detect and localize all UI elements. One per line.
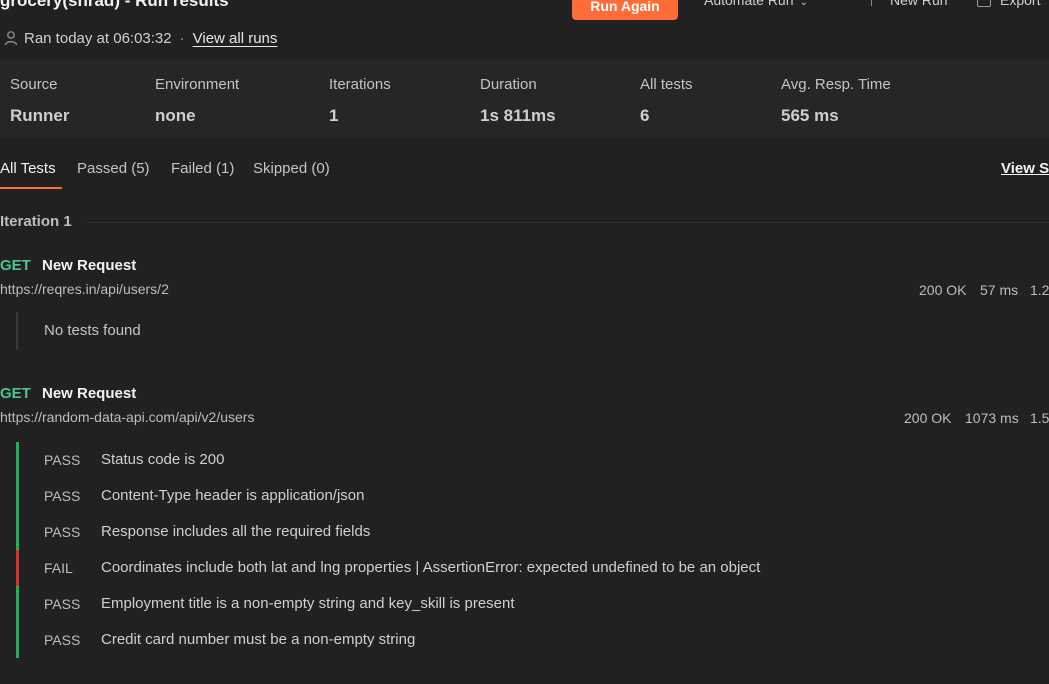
test-status: PASS bbox=[44, 452, 81, 468]
test-result-pass: PASS Content-Type header is application/… bbox=[16, 478, 1019, 514]
test-status: FAIL bbox=[44, 560, 73, 576]
test-status: PASS bbox=[44, 632, 81, 648]
view-summary-link[interactable]: View S bbox=[1001, 160, 1049, 177]
run-results-page: grocery(shrad) - Run results Run Again A… bbox=[0, 0, 1049, 684]
view-all-runs-link[interactable]: View all runs bbox=[193, 30, 278, 47]
no-tests-message: No tests found bbox=[44, 322, 141, 339]
test-status: PASS bbox=[44, 488, 81, 504]
test-status: PASS bbox=[44, 596, 81, 612]
tab-all-tests[interactable]: All Tests bbox=[0, 160, 56, 177]
test-result-pass: PASS Credit card number must be a non-em… bbox=[16, 622, 1019, 658]
test-result-pass: PASS Status code is 200 bbox=[16, 442, 1019, 478]
tab-skipped[interactable]: Skipped (0) bbox=[253, 160, 330, 177]
request-name[interactable]: New Request bbox=[42, 257, 136, 274]
test-name: Content-Type header is application/json bbox=[101, 487, 365, 504]
response-size: 1.5 bbox=[1030, 410, 1049, 426]
automate-run-label: Automate Run bbox=[704, 0, 794, 8]
response-time: 1073 ms bbox=[965, 410, 1019, 426]
stat-value: 1s 811ms bbox=[480, 106, 556, 125]
run-info: Ran today at 06:03:32 · View all runs bbox=[4, 29, 277, 47]
user-icon bbox=[4, 31, 18, 46]
header-divider bbox=[871, 0, 872, 6]
request-method: GET bbox=[0, 257, 31, 274]
stat-value: Runner bbox=[10, 106, 70, 125]
stat-value: none bbox=[155, 106, 196, 125]
stat-label: Environment bbox=[155, 76, 240, 93]
tab-passed[interactable]: Passed (5) bbox=[77, 160, 150, 177]
test-result-pass: PASS Response includes all the required … bbox=[16, 514, 1019, 550]
export-label: Export bbox=[1000, 0, 1041, 8]
active-tab-indicator bbox=[0, 187, 62, 189]
test-name: Status code is 200 bbox=[101, 451, 225, 468]
test-name: Credit card number must be a non-empty s… bbox=[101, 631, 416, 648]
run-summary-stats: Source Runner Environment none Iteration… bbox=[0, 60, 1049, 138]
automate-run-dropdown[interactable]: Automate Run ⌄ bbox=[704, 0, 808, 8]
chevron-down-icon: ⌄ bbox=[799, 0, 808, 8]
stat-label: Source bbox=[10, 76, 58, 93]
response-status: 200 OK bbox=[919, 282, 967, 298]
stat-label: All tests bbox=[640, 76, 693, 93]
response-time: 57 ms bbox=[980, 282, 1019, 298]
new-run-button[interactable]: New Run bbox=[890, 0, 948, 8]
test-name: Employment title is a non-empty string a… bbox=[101, 595, 515, 612]
separator-dot: · bbox=[179, 29, 185, 47]
test-status: PASS bbox=[44, 524, 81, 540]
stat-value: 565 ms bbox=[781, 106, 839, 125]
no-tests-block: No tests found bbox=[16, 312, 418, 350]
export-icon bbox=[977, 0, 991, 7]
tab-failed[interactable]: Failed (1) bbox=[171, 160, 234, 177]
test-name: Coordinates include both lat and lng pro… bbox=[101, 559, 761, 576]
stat-label: Iterations bbox=[329, 76, 391, 93]
stat-value: 6 bbox=[640, 106, 650, 125]
test-result-pass: PASS Employment title is a non-empty str… bbox=[16, 586, 1019, 622]
request-url: https://random-data-api.com/api/v2/users bbox=[0, 409, 255, 425]
request-name[interactable]: New Request bbox=[42, 385, 136, 402]
stat-label: Avg. Resp. Time bbox=[781, 76, 891, 93]
request-method: GET bbox=[0, 385, 31, 402]
ran-timestamp: Ran today at 06:03:32 bbox=[24, 29, 172, 47]
test-name: Response includes all the required field… bbox=[101, 523, 371, 540]
stat-value: 1 bbox=[329, 106, 339, 125]
run-again-button[interactable]: Run Again bbox=[572, 0, 678, 20]
test-result-fail: FAIL Coordinates include both lat and ln… bbox=[16, 550, 1019, 586]
export-button[interactable]: Export bbox=[977, 0, 1040, 8]
page-title: grocery(shrad) - Run results bbox=[0, 0, 229, 10]
response-status: 200 OK bbox=[904, 410, 952, 426]
response-size: 1.2 bbox=[1030, 282, 1049, 298]
iteration-divider bbox=[86, 222, 1049, 223]
iteration-heading: Iteration 1 bbox=[0, 213, 72, 230]
request-url: https://reqres.in/api/users/2 bbox=[0, 281, 169, 297]
stat-label: Duration bbox=[480, 76, 537, 93]
